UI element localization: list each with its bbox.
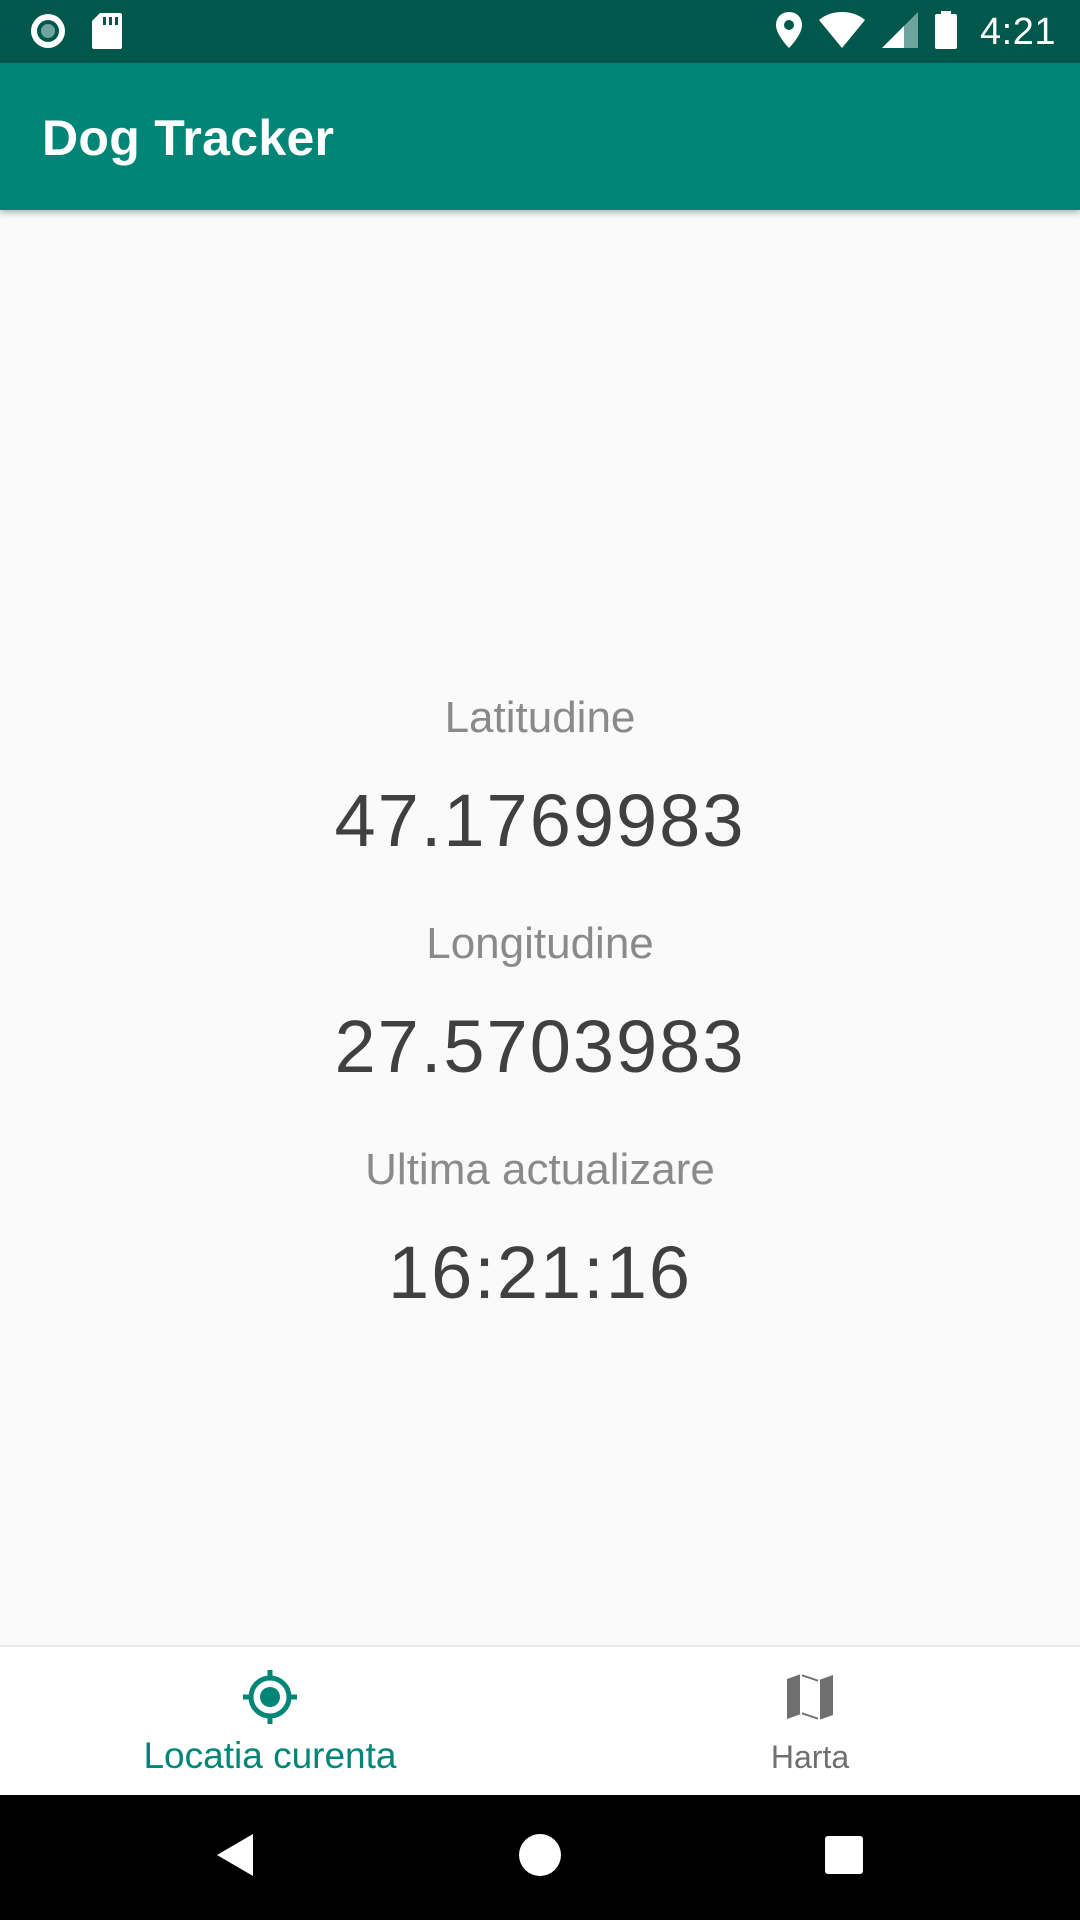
status-bar: 4:21 xyxy=(0,0,1080,63)
home-button[interactable] xyxy=(508,1825,572,1889)
battery-icon xyxy=(934,10,958,54)
nav-item-map[interactable]: Harta xyxy=(540,1647,1080,1795)
latitude-label: Latitudine xyxy=(444,693,636,742)
latitude-value: 47.1769983 xyxy=(334,779,746,862)
gps-target-icon xyxy=(240,1667,300,1727)
location-content: Latitudine 47.1769983 Longitudine 27.570… xyxy=(0,210,1080,1645)
home-circle-icon xyxy=(515,1830,565,1884)
status-time: 4:21 xyxy=(980,10,1056,53)
app-title: Dog Tracker xyxy=(42,110,335,166)
nav-label-current-location: Locatia curenta xyxy=(143,1735,397,1776)
system-navigation-bar xyxy=(0,1795,1080,1920)
screen: 4:21 Dog Tracker Latitudine 47.1769983 L… xyxy=(0,0,1080,1920)
back-button[interactable] xyxy=(204,1825,268,1889)
location-pin-icon xyxy=(774,10,804,54)
last-update-value: 16:21:16 xyxy=(387,1231,693,1314)
back-triangle-icon xyxy=(211,1830,261,1884)
nav-item-current-location[interactable]: Locatia curenta xyxy=(0,1647,540,1795)
status-right-icons: 4:21 xyxy=(774,8,1056,56)
nav-label-map: Harta xyxy=(770,1739,850,1775)
longitude-value: 27.5703983 xyxy=(334,1005,746,1088)
longitude-label: Longitudine xyxy=(426,919,654,968)
recents-square-icon xyxy=(819,1830,869,1884)
map-icon xyxy=(780,1667,840,1727)
bottom-navigation: Locatia curenta Harta xyxy=(0,1645,1080,1795)
wifi-icon xyxy=(818,10,866,54)
cell-signal-icon xyxy=(880,10,920,54)
status-left-icons xyxy=(28,11,124,55)
app-bar: Dog Tracker xyxy=(0,63,1080,210)
recents-button[interactable] xyxy=(812,1825,876,1889)
last-update-label: Ultima actualizare xyxy=(365,1145,715,1194)
record-icon xyxy=(28,11,68,55)
sd-card-icon xyxy=(90,11,124,55)
